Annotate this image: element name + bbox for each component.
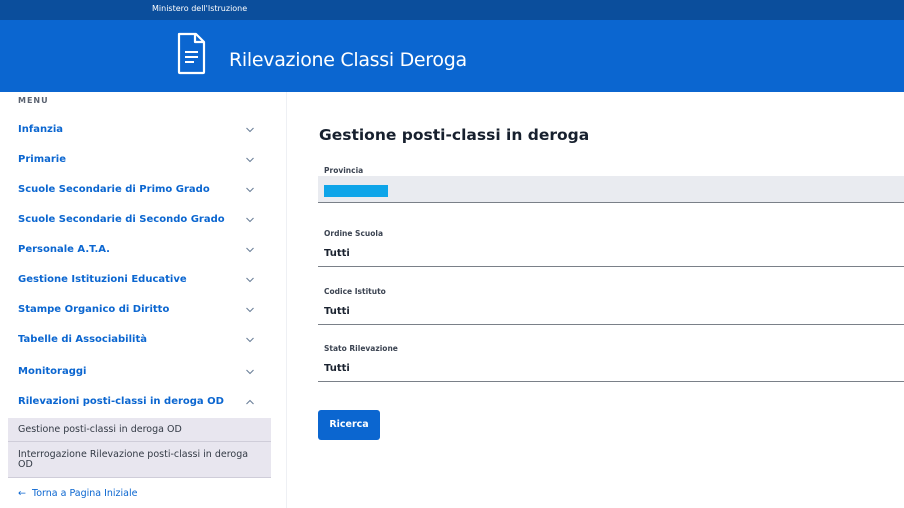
provincia-label: Provincia [324,166,364,175]
sidebar-item-label: Infanzia [18,124,64,135]
app-title: Rilevazione Classi Deroga [229,49,467,71]
sidebar-item-infanzia[interactable]: Infanzia [0,116,270,146]
sidebar-item-istituzioni-educative[interactable]: Gestione Istituzioni Educative [0,266,270,296]
back-to-home-link[interactable]: ← Torna a Pagina Iniziale [18,488,138,499]
sidebar-item-label: Scuole Secondarie di Secondo Grado [18,214,225,225]
sub-item-interrogazione-rilevazione[interactable]: Interrogazione Rilevazione posti-classi … [8,442,271,478]
stato-rilevazione-value: Tutti [324,363,350,374]
sidebar-item-tabelle-associabilita[interactable]: Tabelle di Associabilità [0,326,270,356]
chevron-down-icon [246,247,254,253]
sidebar-item-label: Stampe Organico di Diritto [18,304,170,315]
ordine-scuola-label: Ordine Scuola [324,229,384,238]
chevron-down-icon [246,157,254,163]
sidebar-item-label: Gestione Istituzioni Educative [18,274,187,285]
sidebar-item-label: Rilevazioni posti-classi in deroga OD [18,396,224,407]
sidebar-item-secondarie-primo-grado[interactable]: Scuole Secondarie di Primo Grado [0,176,270,206]
sidebar-item-label: Personale A.T.A. [18,244,110,255]
sidebar-item-label: Monitoraggi [18,366,87,377]
chevron-down-icon [246,369,254,375]
document-icon [177,32,206,75]
search-button[interactable]: Ricerca [318,410,380,440]
top-bar: Ministero dell'Istruzione [0,0,904,20]
codice-istituto-select[interactable]: Codice Istituto Tutti [318,282,904,325]
chevron-up-icon [246,399,254,405]
sub-item-label: Interrogazione Rilevazione posti-classi … [18,449,249,470]
sidebar-item-secondarie-secondo-grado[interactable]: Scuole Secondarie di Secondo Grado [0,206,270,236]
chevron-down-icon [246,217,254,223]
stato-rilevazione-select[interactable]: Stato Rilevazione Tutti [318,339,904,382]
sub-item-label: Gestione posti-classi in deroga OD [18,424,182,435]
provincia-selected-highlight [324,185,388,197]
app-header: Rilevazione Classi Deroga [0,20,904,92]
codice-istituto-value: Tutti [324,306,350,317]
chevron-down-icon [246,277,254,283]
ordine-scuola-value: Tutti [324,248,350,259]
sidebar-item-label: Primarie [18,154,66,165]
sidebar-item-label: Scuole Secondarie di Primo Grado [18,184,210,195]
chevron-down-icon [246,187,254,193]
sidebar-item-rilevazioni-deroga[interactable]: Rilevazioni posti-classi in deroga OD [0,388,270,418]
sidebar-item-stampe-organico[interactable]: Stampe Organico di Diritto [0,296,270,326]
provincia-select[interactable] [318,176,904,203]
sub-item-gestione-posti-classi[interactable]: Gestione posti-classi in deroga OD [8,418,271,442]
ordine-scuola-select[interactable]: Ordine Scuola Tutti [318,224,904,267]
sidebar-item-primarie[interactable]: Primarie [0,146,270,176]
chevron-down-icon [246,307,254,313]
stato-rilevazione-label: Stato Rilevazione [324,344,398,353]
arrow-left-icon: ← [18,488,26,499]
sidebar-item-monitoraggi[interactable]: Monitoraggi [0,358,270,388]
chevron-down-icon [246,127,254,133]
codice-istituto-label: Codice Istituto [324,287,386,296]
chevron-down-icon [246,337,254,343]
page-title: Gestione posti-classi in deroga [319,126,590,144]
menu-heading: MENU [18,96,49,105]
back-link-label: Torna a Pagina Iniziale [32,488,138,499]
sidebar-item-personale-ata[interactable]: Personale A.T.A. [0,236,270,266]
ministry-label: Ministero dell'Istruzione [152,4,248,13]
sidebar-item-label: Tabelle di Associabilità [18,334,147,345]
